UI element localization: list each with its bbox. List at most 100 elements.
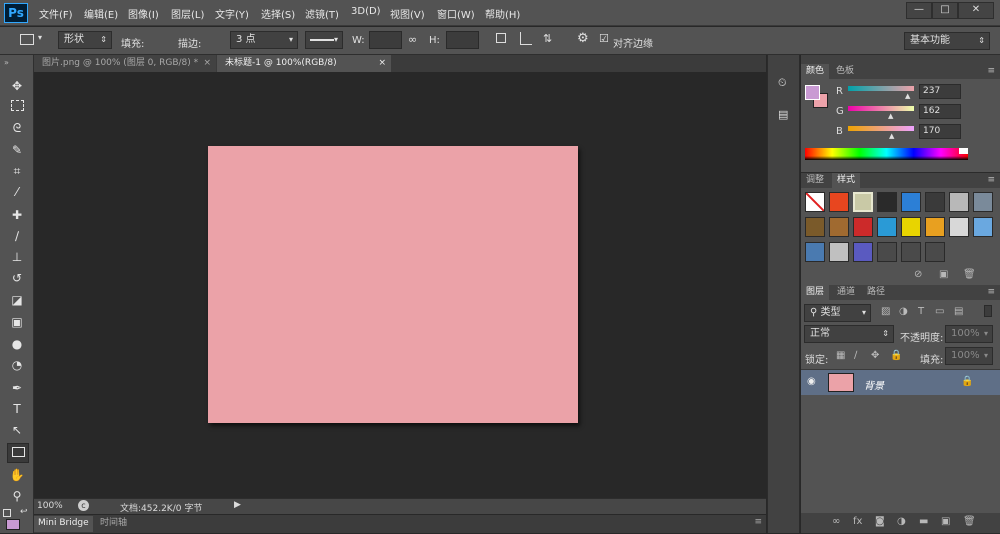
white-swatch[interactable] — [959, 148, 968, 154]
tab-layers[interactable]: 图层 — [801, 285, 830, 300]
tab-timeline[interactable]: 时间轴 — [96, 516, 131, 532]
close-icon[interactable]: × — [378, 55, 386, 71]
new-style-icon[interactable]: ▣ — [939, 269, 948, 280]
b-value-input[interactable]: 170 — [919, 124, 961, 139]
style-swatch[interactable] — [805, 242, 825, 262]
panel-menu-icon[interactable]: ≡ — [982, 173, 1000, 188]
menu-edit[interactable]: 编辑(E) — [84, 6, 118, 21]
style-swatch[interactable] — [829, 192, 849, 212]
tab-mini-bridge[interactable]: Mini Bridge — [34, 516, 93, 532]
panel-menu-icon[interactable]: ≡ — [754, 517, 762, 527]
pen-tool-icon[interactable]: ✒ — [7, 379, 27, 397]
rectangle-tool-icon[interactable] — [7, 443, 29, 463]
new-layer-icon[interactable]: ▣ — [941, 516, 950, 527]
filter-shape-icon[interactable]: ▭ — [935, 306, 944, 317]
close-button[interactable]: ✕ — [958, 2, 994, 19]
new-adjustment-layer-icon[interactable]: ◑ — [897, 516, 906, 527]
path-operations-icon[interactable] — [496, 33, 506, 43]
filter-smart-object-icon[interactable]: ▤ — [954, 306, 963, 317]
restore-button[interactable]: □ — [932, 2, 958, 19]
style-swatch[interactable] — [925, 192, 945, 212]
b-slider[interactable] — [848, 126, 914, 131]
style-swatch[interactable] — [949, 192, 969, 212]
preset-dropdown-arrow-icon[interactable]: ▾ — [38, 33, 42, 42]
tab-adjustments[interactable]: 调整 — [801, 173, 829, 188]
style-swatch[interactable] — [973, 192, 993, 212]
lock-transparent-icon[interactable]: ▦ — [836, 350, 845, 361]
style-swatch[interactable] — [853, 217, 873, 237]
eyedropper-tool-icon[interactable]: ⁄ — [7, 183, 27, 201]
style-swatch[interactable] — [901, 242, 921, 262]
filter-adjustment-icon[interactable]: ◑ — [899, 306, 908, 317]
lasso-tool-icon[interactable]: ᘓ — [7, 119, 27, 137]
rectangle-tool-preset-icon[interactable] — [20, 34, 34, 45]
trash-icon[interactable]: 🗑 — [963, 269, 976, 280]
style-swatch[interactable] — [901, 217, 921, 237]
lock-position-icon[interactable]: ✥ — [871, 350, 879, 361]
tab-paths[interactable]: 路径 — [862, 285, 890, 300]
foreground-color-swatch[interactable] — [6, 519, 20, 530]
link-layers-icon[interactable]: ∞ — [832, 516, 840, 527]
style-swatch[interactable] — [877, 192, 897, 212]
type-tool-icon[interactable]: T — [7, 400, 27, 418]
menu-type[interactable]: 文字(Y) — [215, 6, 249, 21]
fill-opacity-input[interactable]: 100% ▾ — [945, 347, 993, 365]
style-swatch[interactable] — [901, 192, 921, 212]
menu-window[interactable]: 窗口(W) — [437, 6, 475, 21]
style-swatch[interactable] — [853, 242, 873, 262]
gear-icon[interactable]: ⚙ — [577, 31, 589, 46]
properties-panel-icon[interactable]: ▤ — [778, 108, 792, 122]
clone-stamp-tool-icon[interactable]: ⊥ — [7, 248, 27, 266]
lock-all-icon[interactable]: 🔒 — [890, 350, 902, 361]
style-swatch[interactable] — [925, 242, 945, 262]
align-edges-checkbox[interactable]: ☑ — [599, 32, 609, 45]
style-swatch[interactable] — [925, 217, 945, 237]
g-slider-handle-icon[interactable]: ▲ — [888, 112, 893, 120]
stroke-width-field[interactable]: 3 点 ▾ — [230, 31, 298, 49]
panel-menu-icon[interactable]: ≡ — [982, 64, 1000, 79]
share-icon[interactable]: c — [78, 500, 89, 511]
height-input[interactable] — [446, 31, 479, 49]
quick-select-tool-icon[interactable]: ✎ — [7, 141, 27, 159]
opacity-input[interactable]: 100% ▾ — [945, 325, 993, 343]
style-swatch[interactable] — [829, 217, 849, 237]
b-slider-handle-icon[interactable]: ▲ — [889, 132, 894, 140]
zoom-level[interactable]: 100% — [37, 501, 63, 511]
menu-help[interactable]: 帮助(H) — [485, 6, 520, 21]
style-swatch[interactable] — [805, 217, 825, 237]
g-slider[interactable] — [848, 106, 914, 111]
add-mask-icon[interactable]: ◙ — [875, 516, 885, 527]
eye-icon[interactable]: ◉ — [807, 376, 816, 387]
r-value-input[interactable]: 237 — [919, 84, 961, 99]
layer-filter-dropdown[interactable]: ⚲ 类型 ▾ — [804, 304, 871, 322]
layer-name[interactable]: 背景 — [864, 377, 884, 392]
default-colors-icon[interactable] — [3, 509, 11, 517]
swap-colors-icon[interactable]: ↩ — [20, 507, 28, 517]
filter-type-icon[interactable]: T — [918, 306, 924, 317]
style-swatch[interactable] — [853, 192, 873, 212]
style-swatch[interactable] — [805, 192, 825, 212]
menu-view[interactable]: 视图(V) — [390, 6, 425, 21]
style-swatch[interactable] — [829, 242, 849, 262]
marquee-tool-icon[interactable] — [7, 98, 27, 116]
tab-color[interactable]: 颜色 — [801, 64, 830, 79]
eraser-tool-icon[interactable]: ◪ — [7, 291, 27, 309]
collapse-toolbar-icon[interactable]: » — [4, 58, 9, 67]
tab-swatches[interactable]: 色板 — [831, 64, 859, 79]
blend-mode-dropdown[interactable]: 正常 ⇕ — [804, 325, 894, 343]
foreground-color-swatch[interactable] — [805, 85, 820, 100]
menu-3d[interactable]: 3D(D) — [351, 6, 381, 17]
workspace-dropdown[interactable]: 基本功能 ⇕ — [904, 32, 990, 50]
menu-select[interactable]: 选择(S) — [261, 6, 295, 21]
dodge-tool-icon[interactable]: ◔ — [7, 356, 27, 374]
g-value-input[interactable]: 162 — [919, 104, 961, 119]
hand-tool-icon[interactable]: ✋ — [7, 466, 27, 484]
menu-layer[interactable]: 图层(L) — [171, 6, 204, 21]
r-slider[interactable] — [848, 86, 914, 91]
brush-tool-icon[interactable]: ∕ — [7, 227, 27, 245]
path-arrangement-icon[interactable]: ⇅ — [543, 32, 552, 45]
layer-style-icon[interactable]: fx — [853, 516, 862, 527]
color-spectrum-bar[interactable] — [805, 148, 968, 160]
layer-row-background[interactable]: ◉ 背景 🔒 — [801, 370, 1000, 395]
style-swatch[interactable] — [877, 242, 897, 262]
